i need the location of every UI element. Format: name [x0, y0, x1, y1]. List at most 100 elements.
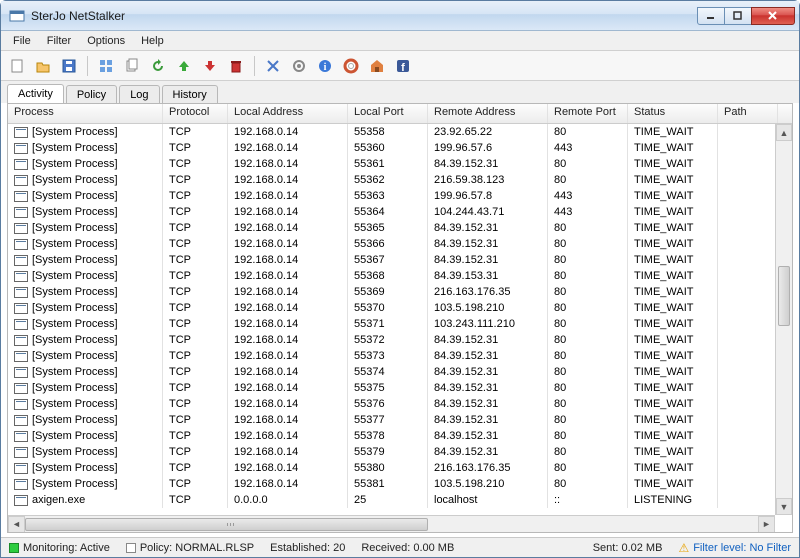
process-icon	[14, 303, 28, 314]
process-icon	[14, 415, 28, 426]
table-row[interactable]: [System Process]TCP192.168.0.1455364104.…	[8, 204, 792, 220]
grid-icon[interactable]	[96, 56, 116, 76]
received-text: Received: 0.00 MB	[361, 542, 454, 554]
tab-policy[interactable]: Policy	[66, 85, 117, 104]
kill-process-icon[interactable]	[263, 56, 283, 76]
process-icon	[14, 271, 28, 282]
toolbar-separator	[254, 56, 255, 76]
process-icon	[14, 463, 28, 474]
menu-help[interactable]: Help	[133, 33, 172, 49]
table-row[interactable]: [System Process]TCP192.168.0.1455363199.…	[8, 188, 792, 204]
filter-text: Filter level: No Filter	[693, 542, 791, 554]
tab-activity[interactable]: Activity	[7, 84, 64, 104]
lifebuoy-icon[interactable]	[341, 56, 361, 76]
table-row[interactable]: [System Process]TCP192.168.0.145537784.3…	[8, 412, 792, 428]
col-path[interactable]: Path	[718, 104, 778, 123]
settings-icon[interactable]	[289, 56, 309, 76]
scroll-down-icon[interactable]: ▼	[776, 498, 792, 515]
refresh-icon[interactable]	[148, 56, 168, 76]
process-icon	[14, 143, 28, 154]
status-monitoring: Monitoring: Active	[1, 538, 118, 557]
menu-filter[interactable]: Filter	[39, 33, 79, 49]
process-icon	[14, 255, 28, 266]
process-icon	[14, 127, 28, 138]
table-row[interactable]: [System Process]TCP192.168.0.145537884.3…	[8, 428, 792, 444]
table-row[interactable]: [System Process]TCP192.168.0.1455370103.…	[8, 300, 792, 316]
process-icon	[14, 175, 28, 186]
table-row[interactable]: [System Process]TCP192.168.0.145537584.3…	[8, 380, 792, 396]
monitoring-text: Monitoring: Active	[23, 542, 110, 554]
delete-icon[interactable]	[226, 56, 246, 76]
close-button[interactable]	[751, 7, 795, 25]
process-icon	[14, 447, 28, 458]
menu-options[interactable]: Options	[79, 33, 133, 49]
col-local-port[interactable]: Local Port	[348, 104, 428, 123]
col-remote-address[interactable]: Remote Address	[428, 104, 548, 123]
status-received: Received: 0.00 MB	[353, 538, 462, 557]
menu-bar: File Filter Options Help	[1, 31, 799, 51]
open-icon[interactable]	[33, 56, 53, 76]
table-row[interactable]: [System Process]TCP192.168.0.145536584.3…	[8, 220, 792, 236]
table-row[interactable]: [System Process]TCP192.168.0.145535823.9…	[8, 124, 792, 140]
tab-strip: Activity Policy Log History	[1, 81, 799, 103]
minimize-button[interactable]	[697, 7, 725, 25]
sent-text: Sent: 0.02 MB	[593, 542, 663, 554]
svg-text:f: f	[401, 62, 405, 74]
scroll-right-icon[interactable]: ►	[758, 516, 775, 533]
tab-log[interactable]: Log	[119, 85, 159, 104]
process-icon	[14, 383, 28, 394]
new-icon[interactable]	[7, 56, 27, 76]
table-row[interactable]: [System Process]TCP192.168.0.1455362216.…	[8, 172, 792, 188]
table-row[interactable]: axigen.exeTCP0.0.0.025localhost::LISTENI…	[8, 492, 792, 508]
window-titlebar: SterJo NetStalker	[1, 1, 799, 31]
process-icon	[14, 431, 28, 442]
arrow-up-icon[interactable]	[174, 56, 194, 76]
process-icon	[14, 239, 28, 250]
process-icon	[14, 399, 28, 410]
table-row[interactable]: [System Process]TCP192.168.0.145537984.3…	[8, 444, 792, 460]
table-row[interactable]: [System Process]TCP192.168.0.145536884.3…	[8, 268, 792, 284]
table-row[interactable]: [System Process]TCP192.168.0.145536184.3…	[8, 156, 792, 172]
table-row[interactable]: [System Process]TCP192.168.0.1455369216.…	[8, 284, 792, 300]
table-row[interactable]: [System Process]TCP192.168.0.1455360199.…	[8, 140, 792, 156]
table-row[interactable]: [System Process]TCP192.168.0.1455380216.…	[8, 460, 792, 476]
table-row[interactable]: [System Process]TCP192.168.0.145537684.3…	[8, 396, 792, 412]
arrow-down-icon[interactable]	[200, 56, 220, 76]
status-policy: Policy: NORMAL.RLSP	[118, 538, 262, 557]
tab-history[interactable]: History	[162, 85, 218, 104]
table-row[interactable]: [System Process]TCP192.168.0.145537284.3…	[8, 332, 792, 348]
col-status[interactable]: Status	[628, 104, 718, 123]
status-sent: Sent: 0.02 MB	[585, 538, 671, 557]
scroll-left-icon[interactable]: ◄	[8, 516, 25, 533]
menu-file[interactable]: File	[5, 33, 39, 49]
established-text: Established: 20	[270, 542, 345, 554]
scroll-thumb[interactable]	[778, 266, 790, 326]
connection-table: Process Protocol Local Address Local Por…	[7, 103, 793, 533]
process-icon	[14, 351, 28, 362]
horizontal-scrollbar[interactable]: ◄ ►	[8, 515, 775, 532]
table-row[interactable]: [System Process]TCP192.168.0.145537484.3…	[8, 364, 792, 380]
maximize-button[interactable]	[724, 7, 752, 25]
table-row[interactable]: [System Process]TCP192.168.0.145537384.3…	[8, 348, 792, 364]
copy-icon[interactable]	[122, 56, 142, 76]
scroll-up-icon[interactable]: ▲	[776, 124, 792, 141]
info-icon[interactable]: i	[315, 56, 335, 76]
col-remote-port[interactable]: Remote Port	[548, 104, 628, 123]
table-row[interactable]: [System Process]TCP192.168.0.145536684.3…	[8, 236, 792, 252]
vertical-scrollbar[interactable]: ▲ ▼	[775, 124, 792, 515]
table-row[interactable]: [System Process]TCP192.168.0.1455381103.…	[8, 476, 792, 492]
col-process[interactable]: Process	[8, 104, 163, 123]
save-icon[interactable]	[59, 56, 79, 76]
process-icon	[14, 495, 28, 506]
home-icon[interactable]	[367, 56, 387, 76]
col-protocol[interactable]: Protocol	[163, 104, 228, 123]
table-row[interactable]: [System Process]TCP192.168.0.145536784.3…	[8, 252, 792, 268]
table-body[interactable]: [System Process]TCP192.168.0.145535823.9…	[8, 124, 792, 512]
col-local-address[interactable]: Local Address	[228, 104, 348, 123]
window-buttons	[698, 7, 795, 25]
table-row[interactable]: [System Process]TCP192.168.0.1455371103.…	[8, 316, 792, 332]
facebook-icon[interactable]: f	[393, 56, 413, 76]
process-icon	[14, 159, 28, 170]
scroll-thumb[interactable]	[25, 518, 428, 531]
window-title: SterJo NetStalker	[31, 9, 698, 23]
